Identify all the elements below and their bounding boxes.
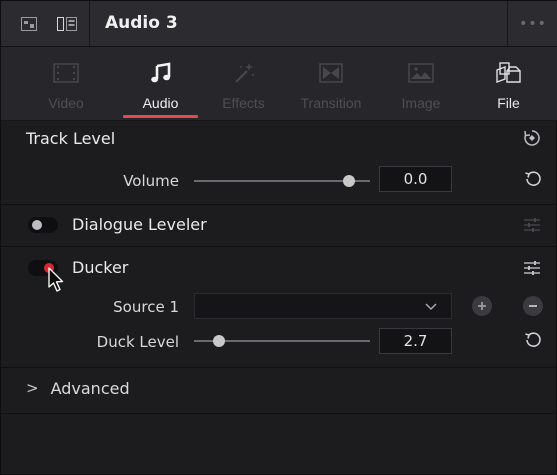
magic-wand-icon [234,63,254,83]
track-level-keyframe-button[interactable] [521,127,543,149]
ducker-settings-button[interactable] [521,257,543,279]
inspector-tabs: Video Audio Effects Transition Image Fil… [1,47,557,121]
advanced-label: Advanced [50,378,130,398]
duck-level-label: Duck Level [96,333,179,351]
mouse-cursor-icon [45,265,67,295]
reset-icon [525,171,541,186]
music-note-icon [150,62,170,83]
section-divider [1,367,557,368]
duck-level-value-field[interactable]: 2.7 [379,328,452,354]
tab-file-label: File [497,95,520,111]
advanced-section-toggle[interactable]: > Advanced [26,377,130,399]
sliders-settings-icon [524,261,540,275]
thumbnail-toggle-button[interactable] [9,1,49,46]
keyframe-reset-icon [524,130,540,146]
tab-image[interactable]: Image [386,47,456,120]
header-separator [89,1,90,46]
active-tab-indicator [123,115,198,118]
dialogue-leveler-settings-button[interactable] [521,214,543,236]
tab-audio-label: Audio [142,95,179,111]
transition-icon [319,63,343,83]
tab-effects[interactable]: Effects [206,47,281,120]
tab-video[interactable]: Video [26,47,106,120]
volume-reset-button[interactable] [521,167,545,191]
add-source-button[interactable] [472,296,492,316]
tab-transition[interactable]: Transition [291,47,371,120]
tab-file[interactable]: File [481,47,536,120]
tab-video-label: Video [48,95,84,111]
track-level-title: Track Level [26,129,116,148]
image-icon [408,63,434,83]
toggle-knob [32,220,42,230]
clip-title: Audio 3 [105,13,178,33]
plus-icon [478,302,486,310]
ducker-label: Ducker [72,258,129,277]
split-view-icon [57,16,77,31]
duck-level-reset-button[interactable] [521,328,545,352]
video-film-icon [53,63,79,83]
remove-source-button[interactable] [523,296,543,316]
inspector-panel: Audio 3 ••• Video Audio Effects Transiti… [0,0,557,475]
arrow-pointer-icon [48,267,64,292]
split-view-button[interactable] [47,1,87,46]
tab-transition-label: Transition [300,95,362,111]
sliders-settings-icon [524,218,540,232]
tab-audio[interactable]: Audio [113,47,208,120]
volume-label: Volume [123,172,179,190]
section-divider [1,204,557,205]
minus-icon [529,305,537,307]
reset-icon [525,332,541,347]
section-divider [1,246,557,247]
source-dropdown[interactable] [194,293,452,319]
volume-slider-handle[interactable] [342,175,355,187]
dialogue-leveler-label: Dialogue Leveler [72,215,207,234]
chevron-right-icon: > [26,379,39,397]
file-icon [495,62,521,84]
inspector-header: Audio 3 ••• [1,1,557,47]
duck-level-slider-handle[interactable] [212,335,225,347]
image-thumbnail-icon [21,16,37,31]
section-divider [1,413,557,414]
more-options-menu[interactable]: ••• [507,1,557,46]
source-label: Source 1 [113,298,179,316]
chevron-down-icon [425,303,437,311]
tab-effects-label: Effects [222,95,265,111]
volume-value-field[interactable]: 0.0 [379,166,452,192]
dialogue-leveler-toggle[interactable] [28,217,58,233]
tab-image-label: Image [401,95,441,111]
